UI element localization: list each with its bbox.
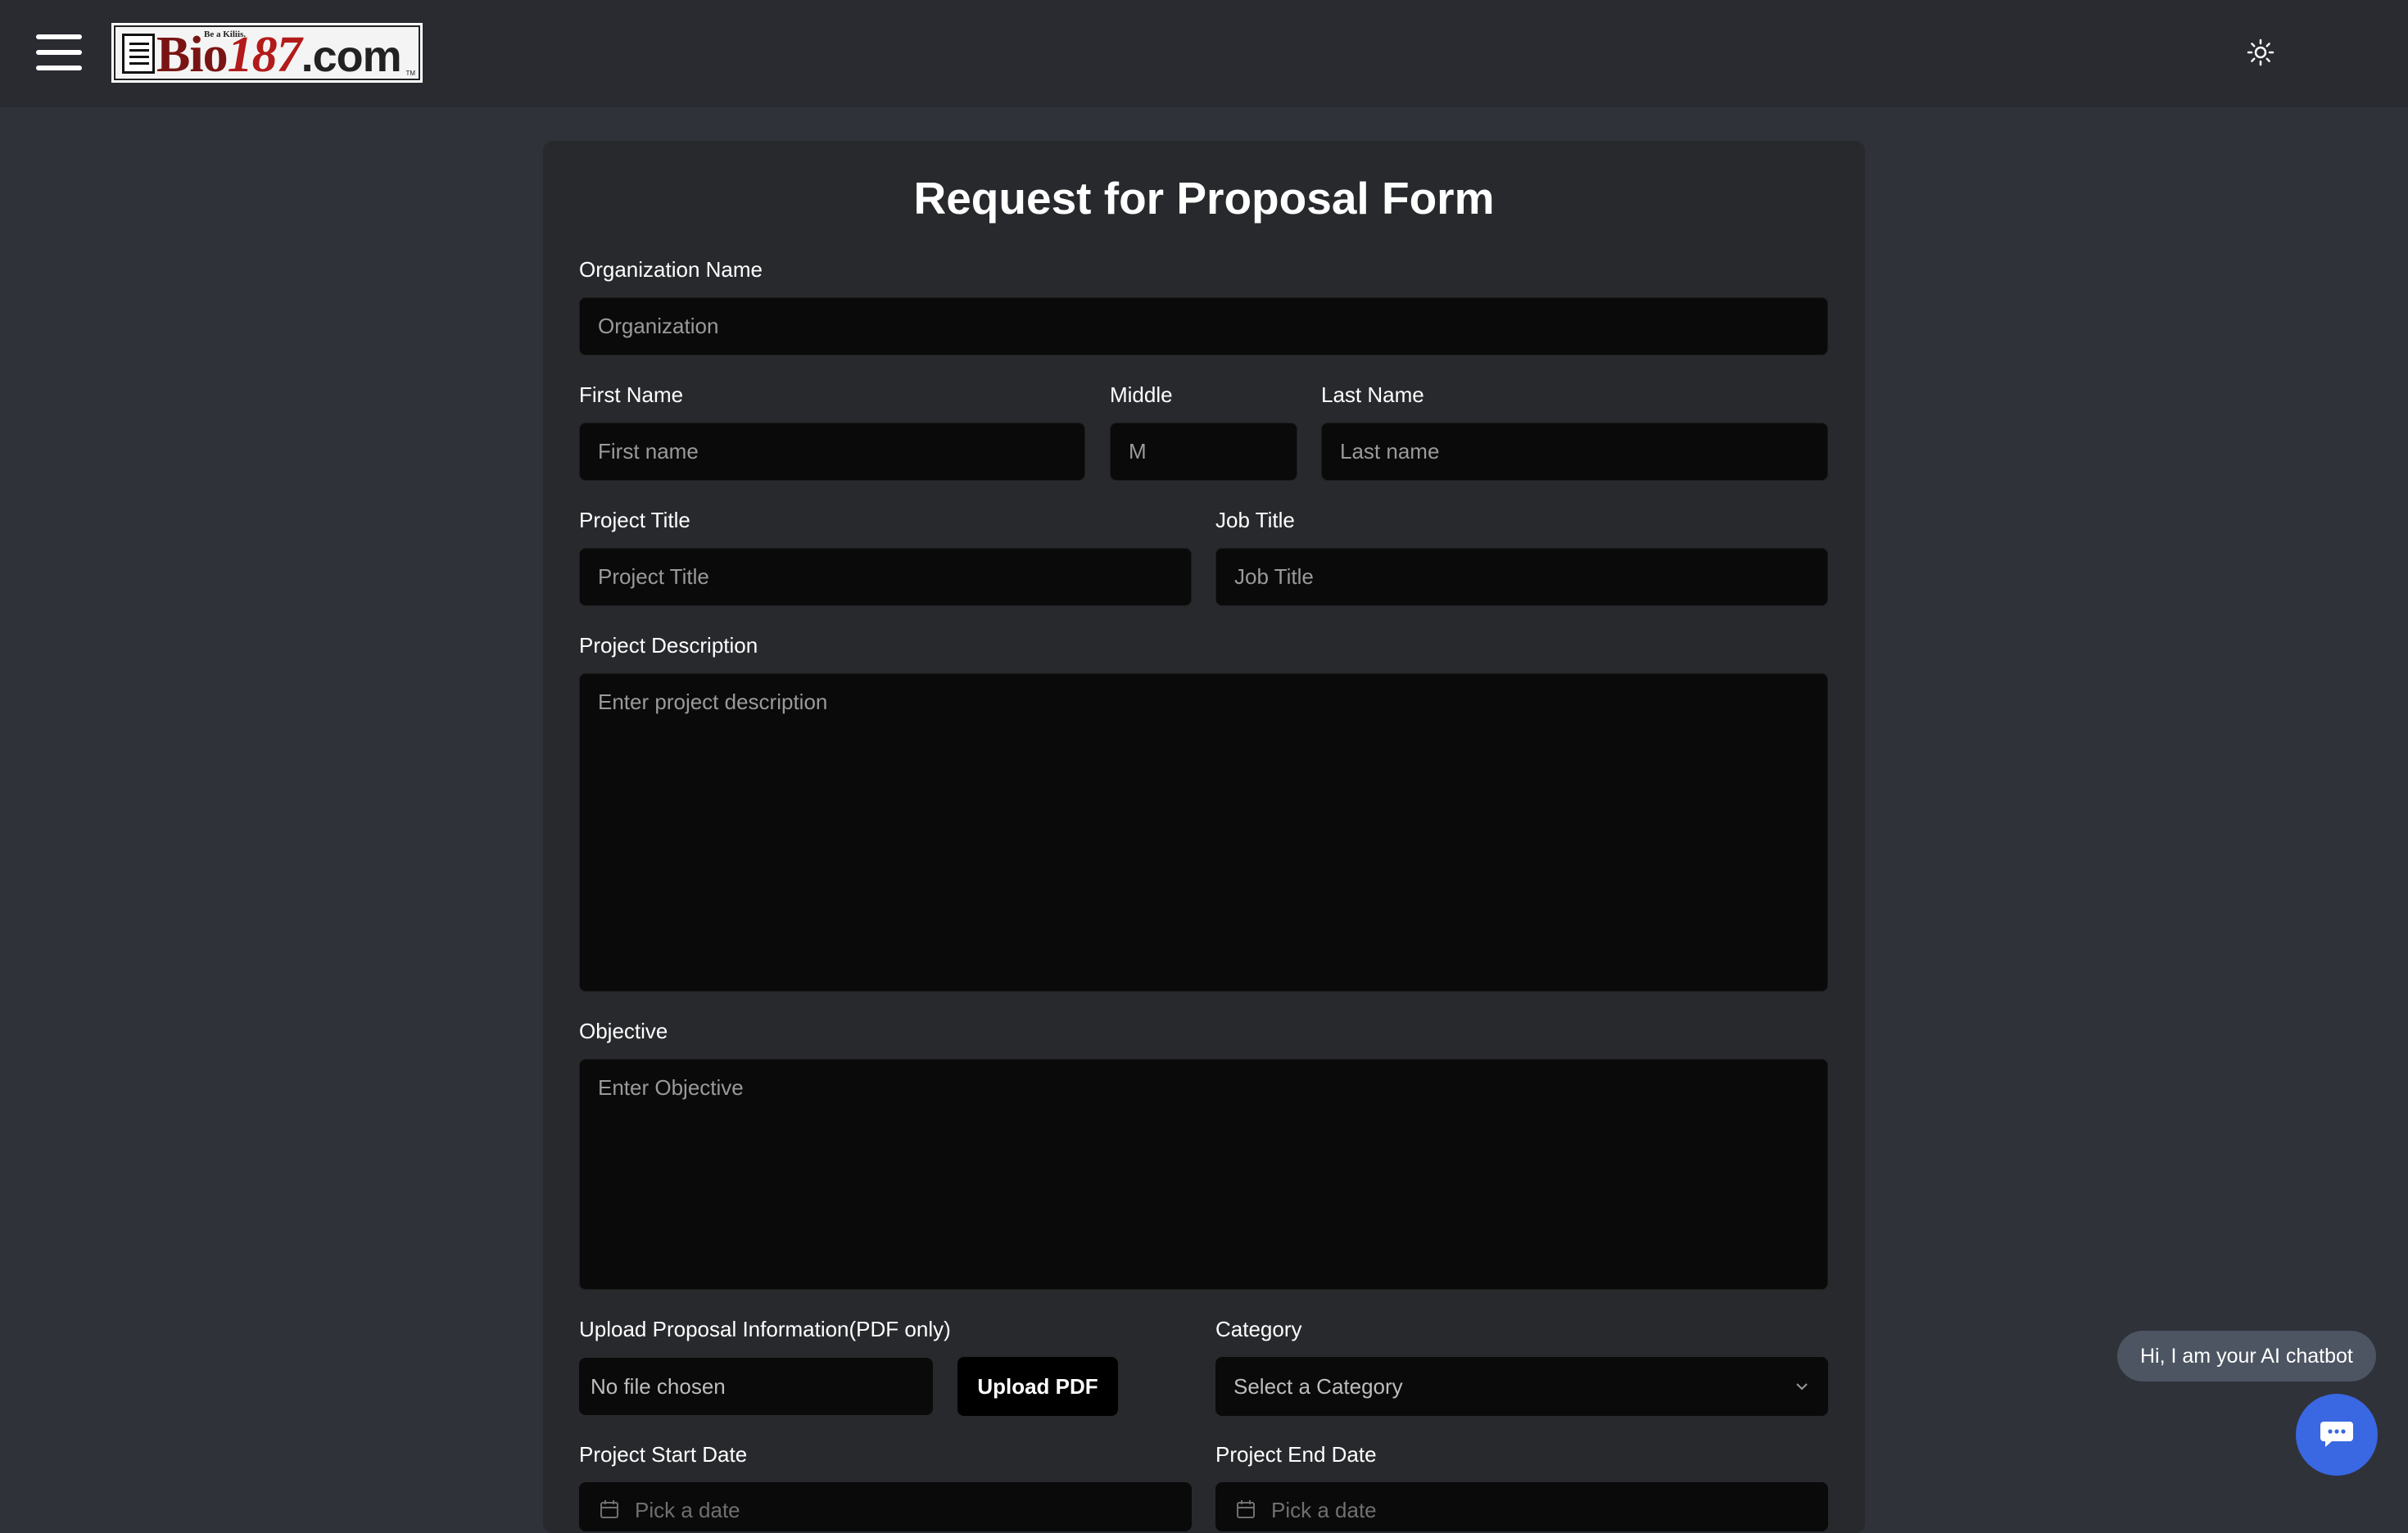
middle-name-label: Middle: [1110, 382, 1173, 407]
sun-icon[interactable]: [2244, 36, 2277, 69]
first-name-label: First Name: [579, 382, 684, 407]
category-label: Category: [1215, 1317, 1302, 1341]
organization-name-input[interactable]: [579, 297, 1828, 355]
chevron-down-icon: [1796, 1383, 1808, 1391]
chatbot-launcher-button[interactable]: [2296, 1394, 2378, 1476]
first-name-input[interactable]: [579, 423, 1085, 481]
project-title-input[interactable]: [579, 548, 1192, 606]
hamburger-menu-icon[interactable]: [36, 33, 82, 72]
document-icon: [122, 34, 155, 74]
logo-wordmark-bio: Bio: [156, 27, 229, 83]
category-selected-value: Select a Category: [1233, 1374, 1403, 1399]
logo-frame: Be a Kiliis. Bio187.com TM: [114, 25, 420, 80]
project-description-label: Project Description: [579, 633, 758, 658]
objective-textarea[interactable]: [579, 1059, 1828, 1290]
organization-name-label: Organization Name: [579, 257, 763, 282]
last-name-input[interactable]: [1321, 423, 1828, 481]
chatbot-greeting-bubble[interactable]: Hi, I am your AI chatbot: [2117, 1331, 2376, 1382]
category-select[interactable]: Select a Category: [1215, 1357, 1828, 1416]
start-date-placeholder: Pick a date: [635, 1498, 740, 1522]
project-end-date-picker[interactable]: Pick a date: [1215, 1482, 1828, 1531]
last-name-label: Last Name: [1321, 382, 1424, 407]
top-navigation-bar: Be a Kiliis. Bio187.com TM: [0, 0, 2408, 107]
page-title: Request for Proposal Form: [913, 173, 1495, 224]
project-start-date-label: Project Start Date: [579, 1442, 748, 1467]
logo-wordmark: Bio187.com: [156, 27, 402, 83]
project-title-label: Project Title: [579, 508, 690, 532]
file-chosen-status[interactable]: No file chosen: [579, 1358, 933, 1415]
calendar-icon: [1237, 1500, 1255, 1518]
site-logo[interactable]: Be a Kiliis. Bio187.com TM: [111, 23, 423, 83]
calendar-icon: [600, 1500, 618, 1518]
logo-trademark: TM: [405, 70, 415, 77]
chat-icon: [2320, 1422, 2353, 1447]
logo-wordmark-domain: .com: [301, 32, 402, 81]
project-start-date-picker[interactable]: Pick a date: [579, 1482, 1192, 1531]
middle-initial-input[interactable]: [1110, 423, 1297, 481]
end-date-placeholder: Pick a date: [1271, 1498, 1377, 1522]
project-description-textarea[interactable]: [579, 673, 1828, 992]
upload-pdf-button[interactable]: Upload PDF: [957, 1357, 1118, 1416]
logo-wordmark-number: 187: [227, 27, 302, 83]
project-end-date-label: Project End Date: [1215, 1442, 1377, 1467]
objective-label: Objective: [579, 1019, 668, 1043]
job-title-label: Job Title: [1215, 508, 1295, 532]
job-title-input[interactable]: [1215, 548, 1828, 606]
upload-proposal-label: Upload Proposal Information(PDF only): [579, 1317, 951, 1341]
